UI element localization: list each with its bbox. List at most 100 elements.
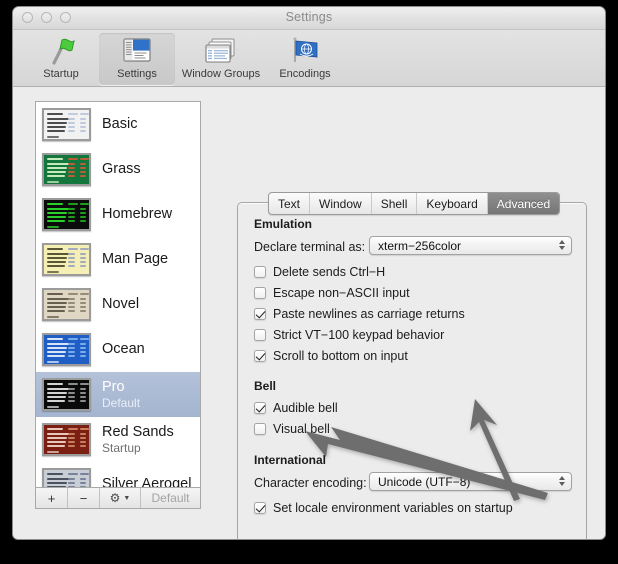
checkbox-label: Delete sends Ctrl−H: [273, 265, 386, 279]
tab-advanced[interactable]: Advanced: [487, 193, 560, 214]
checkbox-delete-sends-ctrl-h[interactable]: Delete sends Ctrl−H: [254, 265, 385, 279]
profile-row[interactable]: Man Page: [36, 237, 200, 282]
gear-icon: ⚙: [109, 491, 121, 505]
profiles-list-toolbar: + − ⚙ ▼ Default: [35, 487, 201, 509]
checkbox-set-locale-environment-variables-on-startup[interactable]: Set locale environment variables on star…: [254, 501, 513, 515]
checkbox-escape-non-ascii-input[interactable]: Escape non−ASCII input: [254, 286, 410, 300]
checkbox-visual-bell[interactable]: Visual bell: [254, 422, 330, 436]
character-encoding-popup[interactable]: Unicode (UTF−8): [369, 472, 572, 491]
profile-thumbnail: [42, 378, 91, 411]
profile-name: Pro: [102, 378, 125, 395]
toolbar-label-window-groups: Window Groups: [181, 68, 261, 80]
profile-row[interactable]: Pro Default: [36, 372, 200, 417]
tab-shell[interactable]: Shell: [372, 193, 418, 214]
checkbox-label: Escape non−ASCII input: [273, 286, 410, 300]
profile-labels: Homebrew: [102, 205, 173, 222]
checkbox-label: Strict VT−100 keypad behavior: [273, 328, 445, 342]
profile-labels: Basic: [102, 115, 138, 132]
checkbox-box: [254, 287, 266, 299]
checkbox-scroll-to-bottom-on-input[interactable]: Scroll to bottom on input: [254, 349, 408, 363]
profile-row[interactable]: Ocean: [36, 327, 200, 372]
declare-terminal-popup[interactable]: xterm−256color: [369, 236, 572, 255]
checkbox-label: Visual bell: [273, 422, 330, 436]
settings-window: Settings Startup Settings Window Groups …: [12, 6, 606, 540]
checkbox-label: Audible bell: [273, 401, 338, 415]
profile-labels: Red Sands Startup: [102, 423, 174, 455]
checkbox-box: [254, 350, 266, 362]
settings-tabs[interactable]: Text Window Shell Keyboard Advanced: [268, 192, 561, 215]
profile-name: Ocean: [102, 340, 145, 357]
profile-row[interactable]: Basic: [36, 102, 200, 147]
checkbox-box: [254, 329, 266, 341]
checkbox-paste-newlines-as-carriage-returns[interactable]: Paste newlines as carriage returns: [254, 307, 465, 321]
set-default-button[interactable]: Default: [141, 488, 200, 508]
checkbox-box: [254, 266, 266, 278]
checkbox-box: [254, 502, 266, 514]
profile-row[interactable]: Red Sands Startup: [36, 417, 200, 462]
profile-row[interactable]: Grass: [36, 147, 200, 192]
profile-thumbnail: [42, 333, 91, 366]
profile-name: Basic: [102, 115, 138, 132]
profile-thumbnail: [42, 288, 91, 321]
tab-window[interactable]: Window: [310, 193, 372, 214]
profile-thumbnail: [42, 243, 91, 276]
profile-name: Homebrew: [102, 205, 173, 222]
profile-thumbnail: [42, 153, 91, 186]
checkbox-audible-bell[interactable]: Audible bell: [254, 401, 338, 415]
profiles-list[interactable]: Basic Grass Homebrew Man Page Novel Ocean Pro D…: [35, 101, 201, 487]
profile-labels: Grass: [102, 160, 141, 177]
advanced-tab-panel: Emulation Declare terminal as: xterm−256…: [237, 202, 587, 539]
profile-thumbnail: [42, 108, 91, 141]
character-encoding-value: Unicode (UTF−8): [378, 474, 471, 489]
profile-labels: Silver Aerogel: [102, 475, 192, 487]
profile-labels: Novel: [102, 295, 140, 312]
window-title: Settings: [285, 10, 333, 24]
flag-icon: [43, 35, 79, 67]
profile-badge: Default: [102, 395, 141, 410]
profile-row[interactable]: Novel: [36, 282, 200, 327]
profile-badge: Startup: [102, 440, 141, 455]
checkbox-label: Paste newlines as carriage returns: [273, 307, 465, 321]
toolbar-label-settings: Settings: [117, 68, 157, 80]
checkbox-box: [254, 423, 266, 435]
remove-profile-button[interactable]: −: [68, 488, 100, 508]
toolbar-item-startup[interactable]: Startup: [23, 33, 99, 85]
toolbar-item-window-groups[interactable]: Window Groups: [175, 33, 267, 85]
checkbox-strict-vt100-keypad-behavior[interactable]: Strict VT−100 keypad behavior: [254, 328, 444, 342]
profile-name: Novel: [102, 295, 140, 312]
profile-name: Red Sands: [102, 423, 174, 440]
flag-globe-icon: [287, 35, 323, 67]
emulation-heading: Emulation: [254, 217, 313, 231]
profile-thumbnail: [42, 198, 91, 231]
checkbox-box: [254, 402, 266, 414]
profile-row[interactable]: Homebrew: [36, 192, 200, 237]
profile-thumbnail: [42, 423, 91, 456]
toolbar-label-startup: Startup: [43, 68, 79, 80]
profile-thumbnail: [42, 468, 91, 487]
toolbar-item-settings[interactable]: Settings: [99, 33, 175, 85]
profile-labels: Man Page: [102, 250, 169, 267]
profile-name: Man Page: [102, 250, 169, 267]
profile-labels: Ocean: [102, 340, 145, 357]
bell-heading: Bell: [254, 379, 277, 393]
window-groups-icon: [203, 35, 239, 67]
profile-actions-button[interactable]: ⚙ ▼: [100, 488, 141, 508]
toolbar-item-encodings[interactable]: Encodings: [267, 33, 343, 85]
add-profile-button[interactable]: +: [36, 488, 68, 508]
tab-keyboard[interactable]: Keyboard: [417, 193, 488, 214]
popup-arrows-icon: [559, 240, 565, 250]
profile-name: Grass: [102, 160, 141, 177]
character-encoding-label: Character encoding:: [254, 476, 367, 490]
toolbar-label-encodings: Encodings: [279, 68, 331, 80]
profile-row[interactable]: Silver Aerogel: [36, 462, 200, 487]
checkbox-label: Scroll to bottom on input: [273, 349, 408, 363]
profile-labels: Pro Default: [102, 378, 141, 410]
declare-terminal-value: xterm−256color: [378, 238, 462, 253]
declare-terminal-label: Declare terminal as:: [254, 240, 366, 254]
preferences-toolbar: Startup Settings Window Groups Encodings: [13, 30, 605, 87]
international-heading: International: [254, 453, 327, 467]
window-titlebar: Settings: [13, 7, 605, 30]
profile-name: Silver Aerogel: [102, 475, 192, 487]
settings-window-icon: [119, 35, 155, 67]
tab-text[interactable]: Text: [269, 193, 311, 214]
